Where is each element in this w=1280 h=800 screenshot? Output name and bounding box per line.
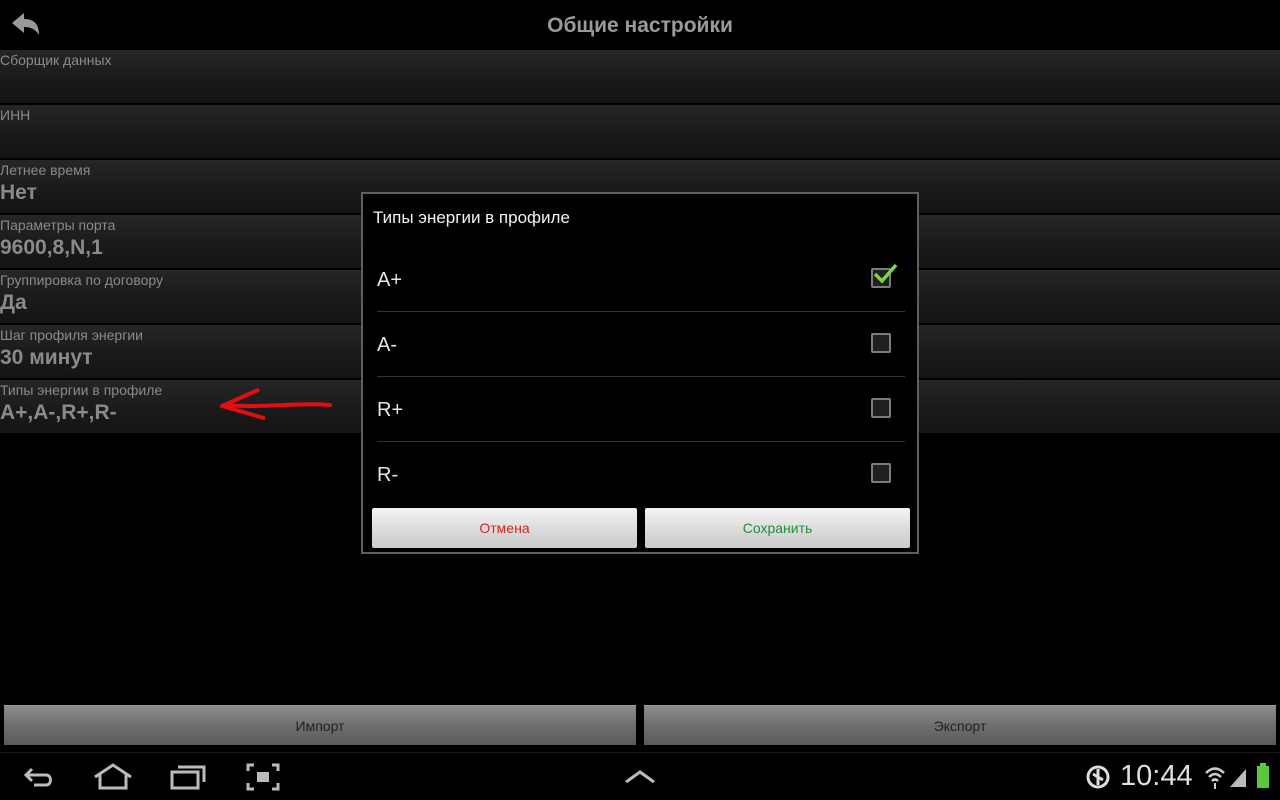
energy-types-dialog: Типы энергии в профиле A+ A- R+ R- Отмен… (361, 192, 919, 554)
signal-icon (1228, 765, 1248, 794)
option-label: A+ (377, 269, 403, 291)
setting-label: Летнее время (0, 162, 91, 178)
dialog-title: Типы энергии в профиле (373, 208, 570, 227)
setting-label: ИНН (0, 107, 31, 123)
option-label: R+ (377, 399, 404, 421)
checkbox[interactable] (871, 333, 891, 353)
option-label: R- (377, 464, 399, 486)
setting-label: Шаг профиля энергии (0, 327, 143, 343)
recent-apps-icon[interactable] (170, 763, 206, 796)
setting-row-inn[interactable]: ИНН (0, 105, 1280, 158)
wifi-icon (1204, 765, 1226, 794)
back-nav-icon[interactable] (22, 763, 56, 796)
setting-label: Группировка по договору (0, 272, 164, 288)
checkbox[interactable] (871, 263, 898, 288)
setting-value: 9600,8,N,1 (0, 236, 103, 259)
setting-label: Параметры порта (0, 217, 116, 233)
option-r-plus[interactable]: R+ (377, 378, 905, 442)
divider (377, 311, 905, 312)
checkbox[interactable] (871, 463, 891, 483)
battery-icon (1256, 763, 1270, 794)
setting-value: Нет (0, 181, 37, 204)
save-button[interactable]: Сохранить (645, 508, 910, 548)
option-a-minus[interactable]: A- (377, 313, 905, 377)
cancel-button[interactable]: Отмена (372, 508, 637, 548)
option-label: A- (377, 334, 397, 356)
option-r-minus[interactable]: R- (377, 443, 905, 507)
setting-row-data-collector[interactable]: Сборщик данных (0, 50, 1280, 103)
option-a-plus[interactable]: A+ (377, 248, 905, 312)
setting-value: 30 минут (0, 346, 93, 369)
divider (377, 441, 905, 442)
clock: 10:44 (1120, 760, 1193, 792)
screenshot-icon[interactable] (246, 763, 280, 796)
annotation-arrow-icon (220, 388, 332, 420)
page-title: Общие настройки (547, 14, 733, 37)
action-bar: Общие настройки (0, 0, 1280, 50)
chevron-up-icon[interactable] (624, 769, 656, 790)
import-button[interactable]: Импорт (4, 705, 636, 745)
home-icon[interactable] (92, 763, 134, 796)
checkmark-icon (873, 263, 898, 284)
setting-value: Да (0, 291, 27, 314)
setting-label: Типы энергии в профиле (0, 382, 163, 398)
export-button[interactable]: Экспорт (644, 705, 1276, 745)
setting-value: A+,A-,R+,R- (0, 401, 117, 424)
setting-label: Сборщик данных (0, 52, 112, 68)
divider (377, 376, 905, 377)
system-bar: 10:44 (0, 752, 1280, 800)
checkbox[interactable] (871, 398, 891, 418)
usb-debug-icon (1086, 765, 1110, 794)
